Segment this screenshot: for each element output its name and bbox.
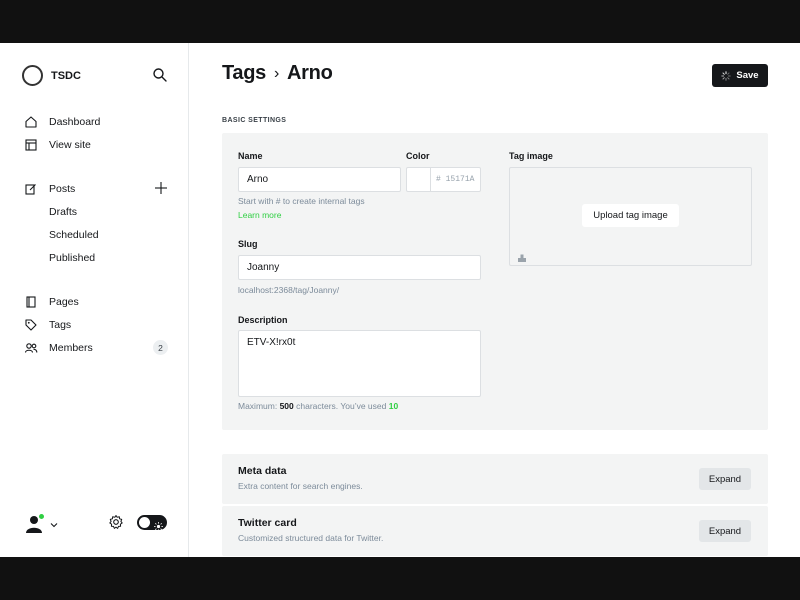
sidebar-item-label: Members [49, 341, 93, 354]
top-letterbox [0, 0, 800, 43]
sidebar-footer [24, 511, 169, 535]
sidebar-item-label: Posts [49, 182, 76, 195]
layout-icon [24, 138, 38, 152]
sun-icon [154, 518, 163, 531]
app-window: TSDC Dashboard View site Posts Drafts Sc… [0, 43, 800, 557]
sidebar-item-members[interactable]: Members 2 [24, 336, 174, 359]
main-content: Tags › Arno Save BASIC SETTINGS Name Arn… [189, 43, 800, 557]
slug-url: localhost:2368/tag/Joanny/ [238, 285, 340, 295]
sidebar-item-label: Pages [49, 295, 79, 308]
sidebar-item-posts[interactable]: Posts [24, 177, 174, 200]
sidebar: TSDC Dashboard View site Posts Drafts Sc… [0, 43, 189, 557]
online-status-dot [38, 513, 45, 520]
edit-icon [24, 182, 38, 196]
basic-settings-heading: BASIC SETTINGS [222, 117, 287, 124]
site-name: TSDC [51, 69, 81, 82]
basic-settings-panel: Name Arno Color # 15171A Start with # to… [222, 133, 768, 430]
color-hex-field[interactable]: # 15171A [431, 167, 481, 192]
tag-icon [24, 318, 38, 332]
sidebar-item-dashboard[interactable]: Dashboard [24, 110, 174, 133]
spinner-icon [721, 70, 732, 81]
home-icon [24, 115, 38, 129]
brand[interactable]: TSDC [22, 65, 81, 86]
twitter-card-description: Customized structured data for Twitter. [238, 533, 384, 543]
chevron-down-icon[interactable] [49, 517, 59, 528]
sidebar-item-label: Published [49, 251, 96, 264]
meta-data-description: Extra content for search engines. [238, 481, 363, 491]
meta-data-title: Meta data [238, 465, 287, 477]
sidebar-item-drafts[interactable]: Drafts [24, 200, 174, 223]
slug-label: Slug [238, 239, 258, 249]
add-post-icon[interactable] [154, 181, 168, 195]
save-button[interactable]: Save [712, 64, 768, 87]
dark-mode-toggle[interactable] [137, 515, 167, 531]
name-field[interactable]: Arno [238, 167, 401, 192]
counter-used: 10 [388, 401, 399, 411]
description-counter: Maximum: 500 characters. You’ve used 10 [238, 401, 398, 411]
toggle-knob [139, 517, 150, 528]
search-icon[interactable] [152, 67, 168, 83]
page-icon [24, 295, 38, 309]
twitter-card-title: Twitter card [238, 517, 297, 529]
meta-data-expand-button[interactable]: Expand [699, 468, 751, 490]
breadcrumb-tags-link[interactable]: Tags [222, 62, 266, 85]
breadcrumb-separator: › [274, 64, 280, 82]
bottom-letterbox [0, 557, 800, 600]
members-icon [24, 341, 38, 355]
color-hex-value: 15171A [445, 175, 475, 184]
gear-icon[interactable] [108, 514, 124, 530]
tag-image-dropzone[interactable]: Upload tag image [509, 167, 752, 266]
twitter-card-card: Twitter card Customized structured data … [222, 506, 768, 556]
site-logo [22, 65, 43, 86]
sidebar-item-tags[interactable]: Tags [24, 313, 174, 336]
counter-prefix: Maximum: [238, 401, 280, 411]
counter-max: 500 [279, 401, 294, 411]
sidebar-item-published[interactable]: Published [24, 246, 174, 269]
sidebar-item-pages[interactable]: Pages [24, 290, 174, 313]
sidebar-item-label: Drafts [49, 205, 78, 218]
sidebar-item-label: Tags [49, 318, 72, 331]
meta-data-card: Meta data Extra content for search engin… [222, 454, 768, 504]
sidebar-nav: Dashboard View site Posts Drafts Schedul… [24, 110, 174, 359]
image-settings-icon[interactable] [517, 250, 527, 262]
page-title: Tags › Arno [222, 62, 333, 85]
color-hash: # [436, 175, 441, 184]
counter-mid: characters. You’ve used [293, 401, 389, 411]
sidebar-item-label: Dashboard [49, 115, 101, 128]
upload-tag-image-button[interactable]: Upload tag image [582, 204, 679, 227]
learn-more-link[interactable]: Learn more [238, 210, 281, 220]
name-label: Name [238, 151, 263, 161]
slug-field[interactable]: Joanny [238, 255, 481, 280]
sidebar-item-label: Scheduled [49, 228, 99, 241]
twitter-card-expand-button[interactable]: Expand [699, 520, 751, 542]
color-label: Color [406, 151, 430, 161]
sidebar-item-label: View site [49, 138, 91, 151]
name-hint: Start with # to create internal tags [238, 196, 365, 206]
description-label: Description [238, 315, 288, 325]
description-field[interactable]: ETV-X!rx0t [238, 330, 481, 397]
color-swatch[interactable] [406, 167, 431, 192]
save-label: Save [736, 70, 759, 81]
sidebar-item-scheduled[interactable]: Scheduled [24, 223, 174, 246]
avatar[interactable] [24, 513, 45, 533]
tag-image-label: Tag image [509, 151, 553, 161]
members-count-badge: 2 [153, 340, 168, 355]
sidebar-item-view-site[interactable]: View site [24, 133, 174, 156]
breadcrumb-current: Arno [287, 62, 333, 84]
